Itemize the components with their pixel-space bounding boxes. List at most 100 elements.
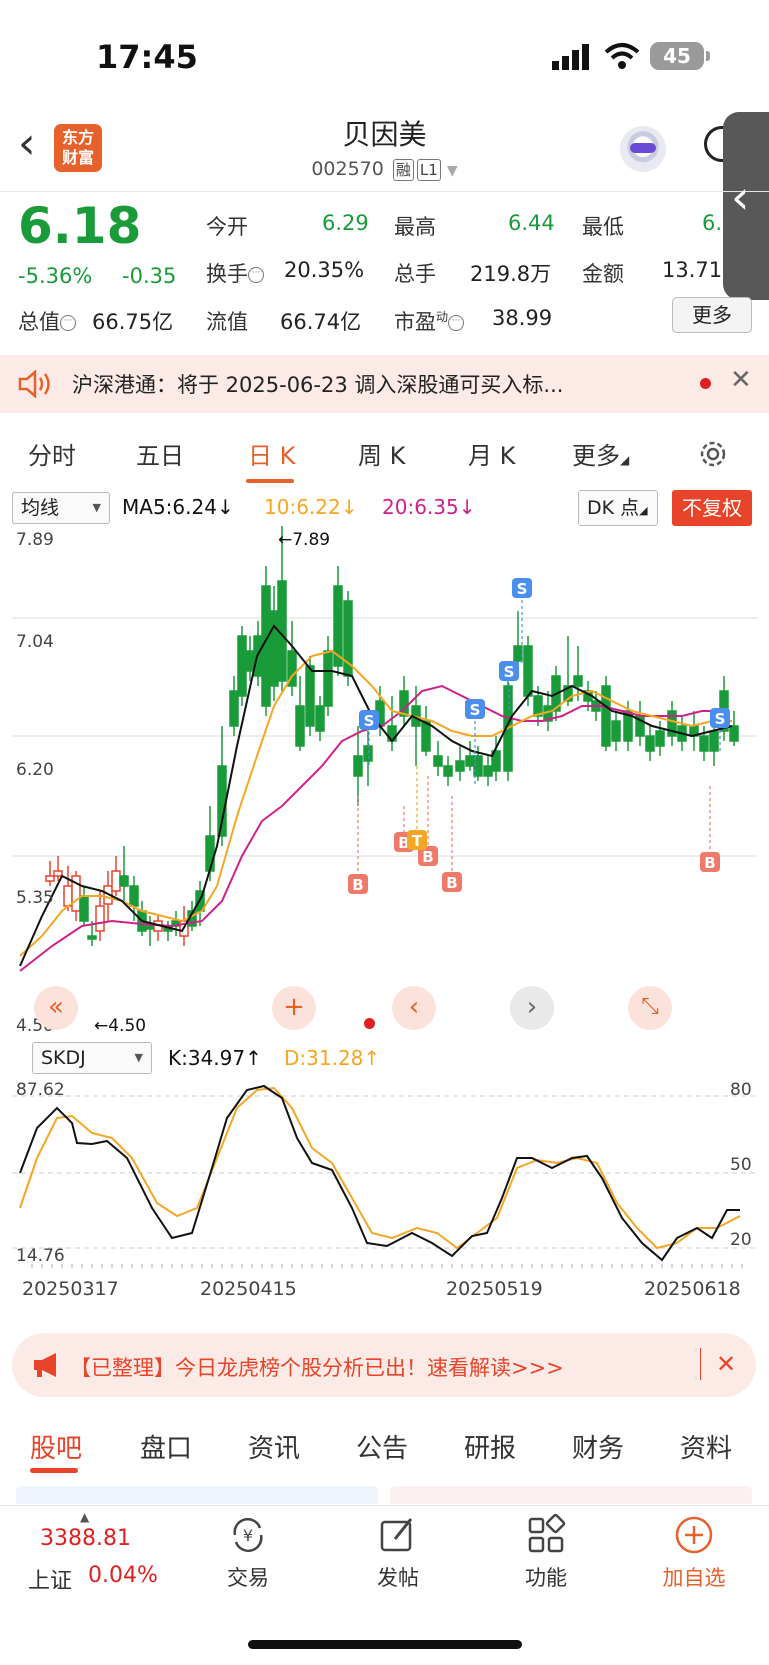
kline-chart[interactable]: BBBBBTSSSSS: [12, 526, 758, 1038]
indicator-select[interactable]: SKDJ ▼: [32, 1042, 152, 1074]
open-value: 6.29: [322, 211, 369, 235]
market-cap-label: 总值 ···: [18, 306, 76, 336]
signal-marker: S: [715, 710, 726, 728]
zoom-in-button[interactable]: +: [272, 986, 316, 1030]
candle: [217, 726, 227, 846]
high-value: 6.44: [508, 211, 555, 235]
open-label: 今开: [206, 215, 248, 239]
notice-text[interactable]: 沪深港通：将于 2025-06-23 调入深股通可买入标...: [72, 369, 563, 399]
tab-more[interactable]: 更多◢: [572, 436, 629, 471]
turnover-value: 20.35%: [284, 258, 365, 282]
close-icon[interactable]: ✕: [716, 1350, 736, 1378]
pe-value: 38.99: [492, 306, 553, 330]
max-price-label: ←7.89: [278, 530, 331, 550]
grid-icon: [528, 1514, 566, 1553]
y-label: 7.89: [16, 530, 54, 550]
nav-add-watchlist[interactable]: 加自选: [644, 1514, 744, 1592]
divider: [0, 191, 769, 192]
tab-weekly-k[interactable]: 周 K: [358, 436, 405, 471]
level-tag: L1: [416, 159, 441, 181]
candle: [645, 726, 655, 761]
candle: [699, 726, 709, 761]
d-line: [19, 1086, 741, 1250]
skdj-max-label: 87.62: [16, 1080, 65, 1100]
signal-marker: S: [517, 580, 528, 598]
candle: [71, 871, 81, 921]
percent-change: -5.36%: [18, 264, 93, 288]
gear-icon[interactable]: [697, 438, 729, 470]
skdj-chart[interactable]: [12, 1078, 758, 1268]
close-icon[interactable]: ✕: [730, 365, 752, 395]
tab-announcements[interactable]: 公告: [356, 1428, 408, 1465]
tab-research[interactable]: 研报: [464, 1428, 516, 1465]
ma5-legend: MA5:6.24↓: [122, 495, 234, 519]
volume-label: 总手: [394, 262, 436, 286]
candle: [443, 756, 453, 786]
adjust-button[interactable]: 不复权: [672, 490, 752, 526]
candle: [635, 701, 645, 746]
fullscreen-icon[interactable]: ⤡: [628, 986, 672, 1030]
divider: [700, 1348, 701, 1380]
tab-guba[interactable]: 股吧: [30, 1428, 82, 1465]
volume-value: 219.8万: [470, 262, 552, 286]
info-icon[interactable]: ···: [248, 267, 264, 283]
skdj-level-label: 50: [730, 1155, 752, 1175]
tab-intraday[interactable]: 分时: [28, 436, 76, 471]
megaphone-icon: [34, 1353, 56, 1377]
min-price-label: ←4.50: [94, 1016, 147, 1036]
float-cap-label: 流值: [206, 310, 248, 334]
scroll-right-button[interactable]: ›: [510, 986, 554, 1030]
tab-news[interactable]: 资讯: [248, 1428, 300, 1465]
market-cap-value: 66.75亿: [92, 310, 174, 334]
candle: [163, 921, 173, 941]
scroll-left-button[interactable]: ‹: [392, 986, 436, 1030]
dk-point-select[interactable]: DK 点◢: [578, 490, 658, 526]
tab-profile[interactable]: 资料: [680, 1428, 732, 1465]
ma5-line: [19, 624, 733, 967]
info-icon[interactable]: ···: [448, 315, 465, 331]
info-icon[interactable]: ···: [60, 315, 76, 331]
nav-functions[interactable]: 功能: [496, 1514, 596, 1592]
tab-monthly-k[interactable]: 月 K: [468, 436, 515, 471]
ma20-legend: 20:6.35↓: [382, 495, 476, 519]
assistant-robot-icon[interactable]: [620, 126, 666, 172]
skdj-min-label: 14.76: [16, 1246, 65, 1266]
tab-pankou[interactable]: 盘口: [140, 1428, 192, 1465]
expand-up-icon[interactable]: ▲: [80, 1510, 89, 1524]
candle: [277, 526, 287, 691]
float-cap-value: 66.74亿: [280, 310, 362, 334]
date-label: 20250415: [200, 1278, 297, 1300]
chevron-down-icon: ▼: [134, 1051, 143, 1064]
pe-label: 市盈动 ···: [394, 306, 465, 336]
more-quote-button[interactable]: 更多: [672, 297, 752, 333]
low-label: 最低: [582, 215, 624, 239]
signal-marker: T: [412, 832, 423, 850]
ma-select[interactable]: 均线 ▼: [12, 492, 110, 524]
candle: [689, 711, 699, 751]
candle: [333, 566, 343, 676]
promo-text[interactable]: 【已整理】今日龙虎榜个股分析已出！速看解读>>>: [70, 1352, 564, 1382]
fast-back-button[interactable]: «: [34, 986, 78, 1030]
side-panel-toggle[interactable]: ‹: [723, 112, 769, 300]
svg-text:¥: ¥: [243, 1526, 253, 1545]
tab-five-day[interactable]: 五日: [136, 436, 184, 471]
card-edge: [390, 1486, 752, 1504]
signal-marker: S: [504, 663, 515, 681]
battery-icon: 45: [650, 42, 710, 70]
candle: [363, 731, 373, 786]
nav-trade[interactable]: ¥ 交易: [198, 1514, 298, 1592]
tab-finance[interactable]: 财务: [572, 1428, 624, 1465]
high-label: 最高: [394, 215, 436, 239]
chevron-down-icon: ▼: [92, 501, 101, 514]
candle: [455, 746, 465, 781]
index-value[interactable]: 3388.81: [40, 1526, 131, 1551]
candle: [323, 636, 333, 716]
candle: [667, 701, 677, 746]
d-legend: D:31.28↑: [284, 1046, 381, 1070]
k-line: [19, 1084, 740, 1262]
nav-post[interactable]: 发帖: [348, 1514, 448, 1592]
skdj-level-label: 80: [730, 1080, 752, 1100]
tab-daily-k[interactable]: 日 K: [248, 436, 295, 471]
dropdown-triangle-icon: ◢: [639, 504, 648, 517]
active-tab-indicator: [30, 1468, 78, 1473]
